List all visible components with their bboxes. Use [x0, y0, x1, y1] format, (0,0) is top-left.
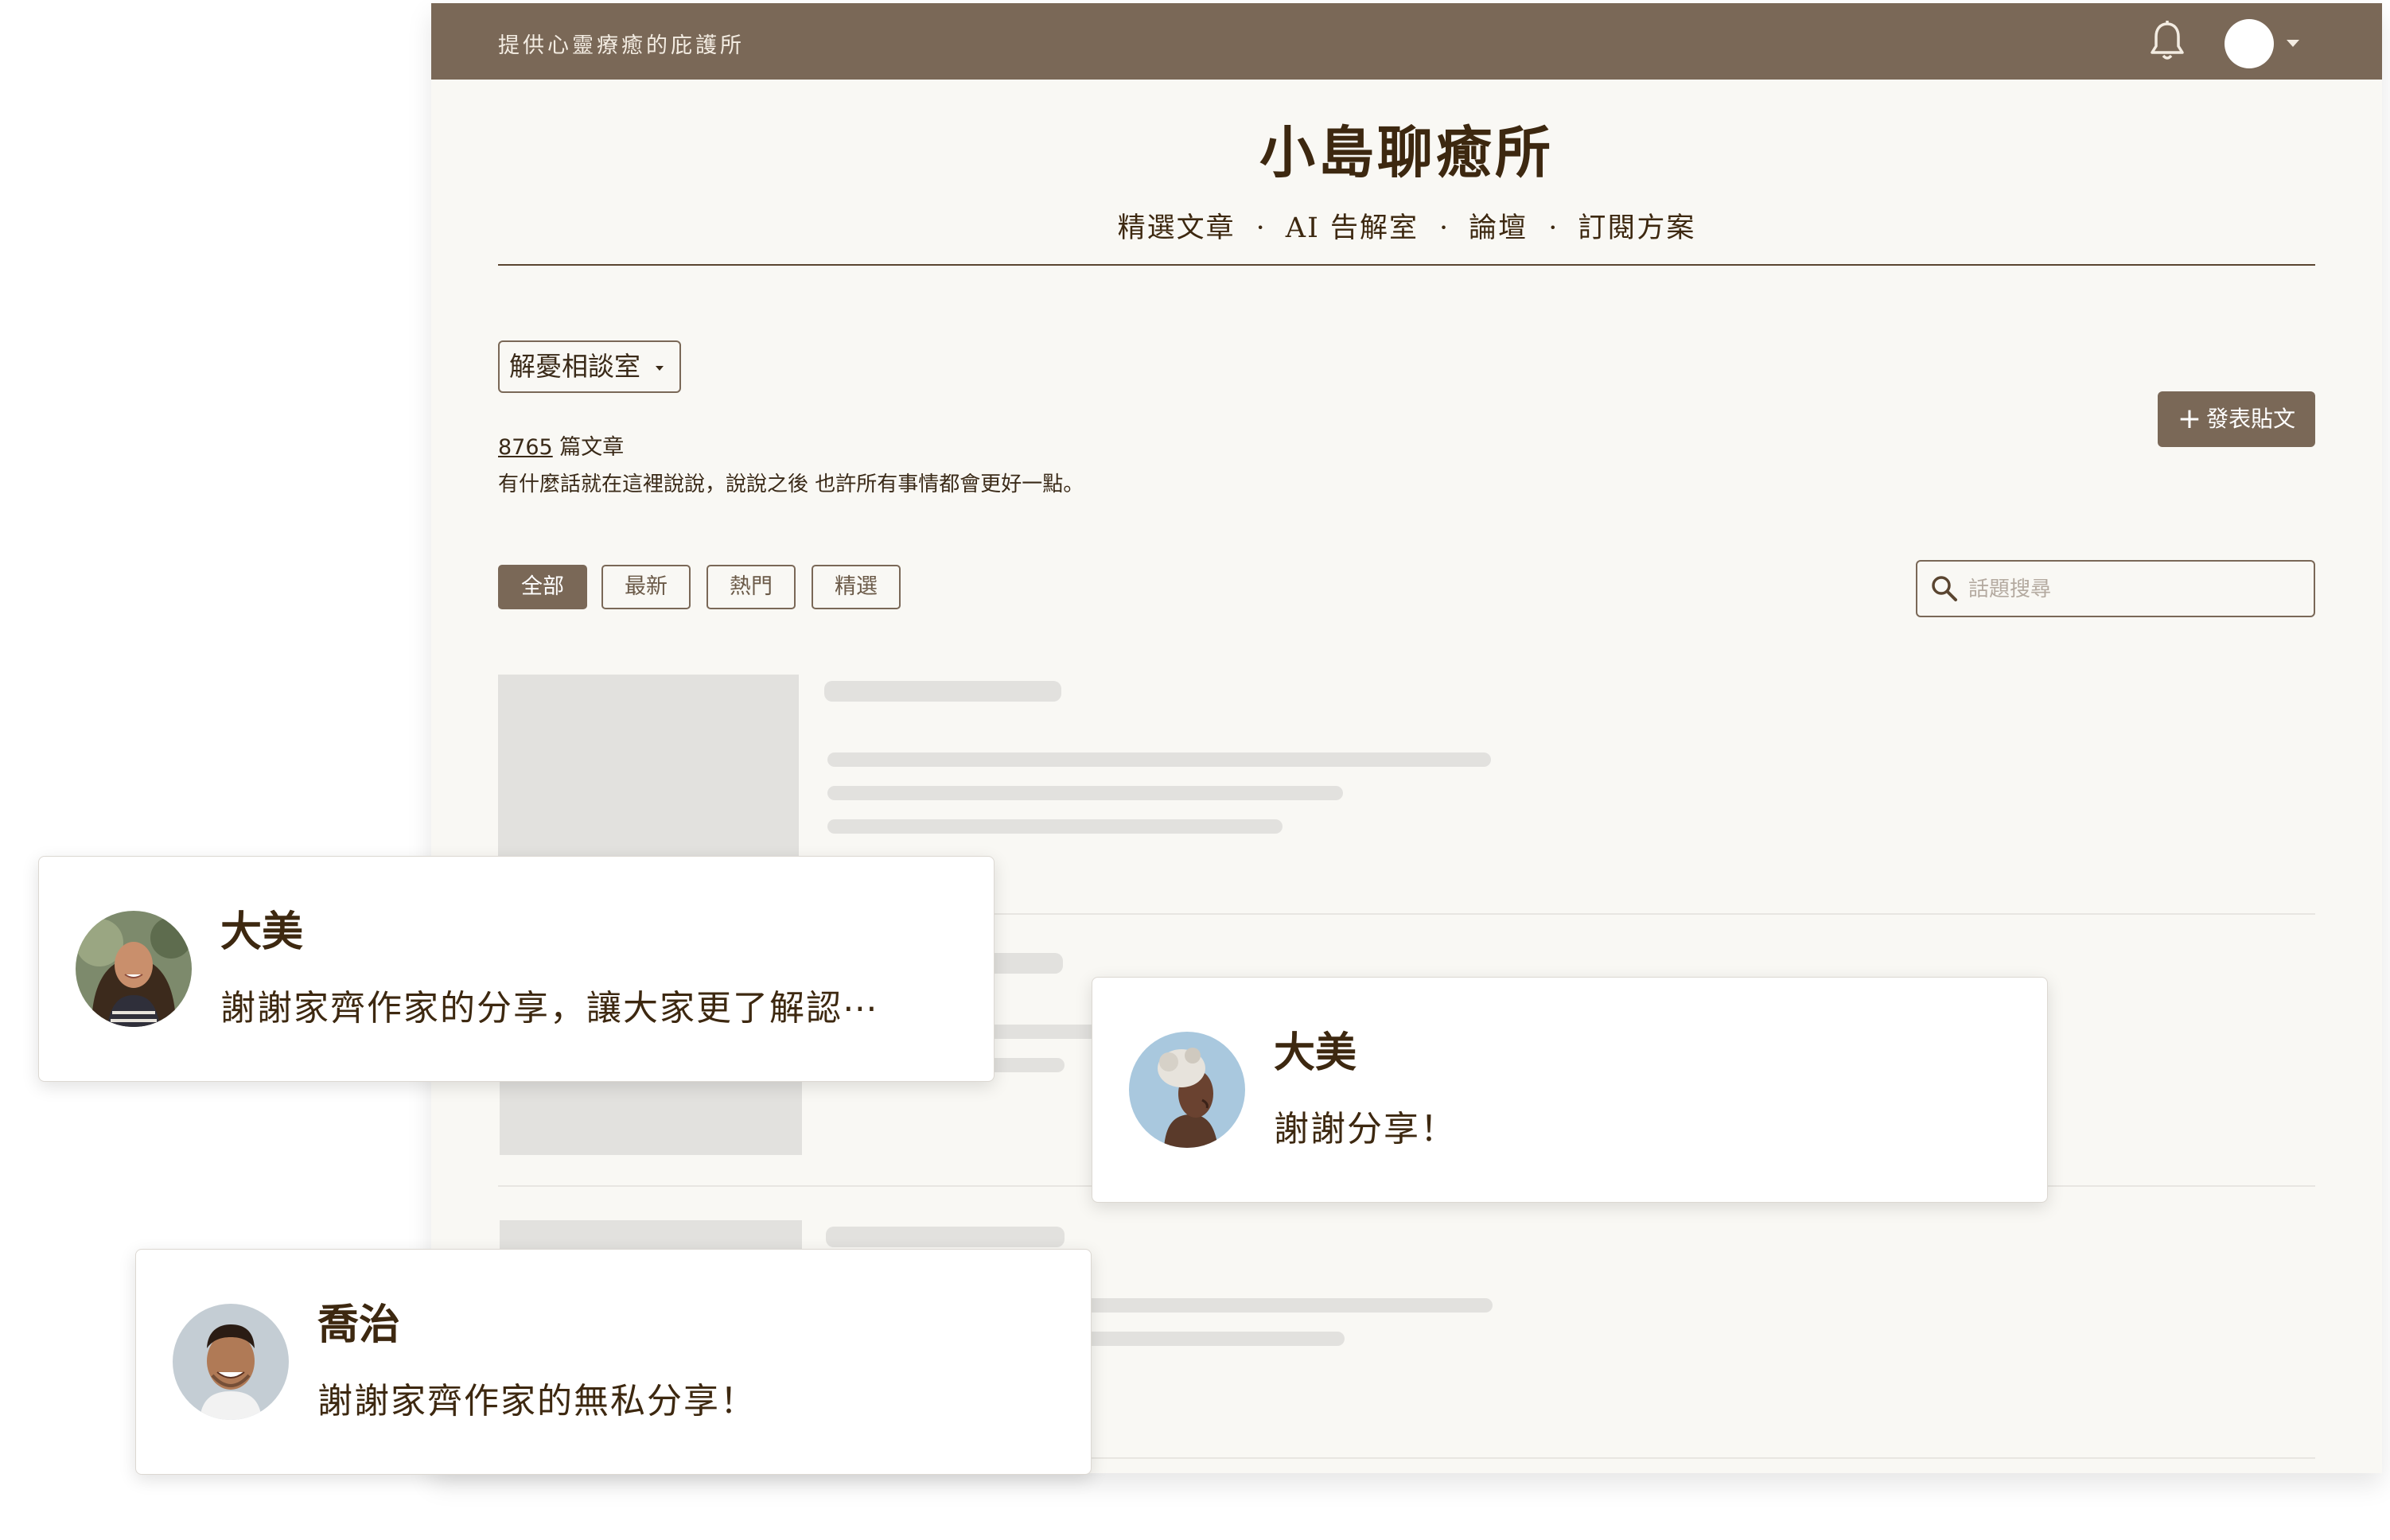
top-bar: 提供心靈療癒的庇護所: [431, 3, 2382, 80]
plus-icon: +: [2177, 402, 2202, 435]
nav-featured-articles[interactable]: 精選文章: [1118, 212, 1236, 244]
nav-separator: ·: [1439, 212, 1449, 244]
nav-divider: [498, 264, 2315, 266]
filter-latest[interactable]: 最新: [601, 565, 691, 609]
avatar: [173, 1304, 289, 1420]
post-line-placeholder: [827, 786, 1343, 800]
site-title: 小島聊癒所: [1259, 119, 1554, 185]
post-title-placeholder: [824, 681, 1061, 702]
filter-featured[interactable]: 精選: [812, 565, 901, 609]
nav-separator: ·: [1255, 212, 1265, 244]
filter-all[interactable]: 全部: [498, 565, 587, 609]
post-count-suffix: 篇文章: [552, 435, 625, 460]
woman-curly-hair-avatar: [76, 911, 192, 1027]
comment-card[interactable]: 喬治 謝謝家齊作家的無私分享！: [135, 1249, 1092, 1475]
nav-separator: ·: [1548, 212, 1558, 244]
post-title-placeholder: [826, 1227, 1065, 1247]
filter-popular[interactable]: 熱門: [706, 565, 796, 609]
man-smiling-avatar: [173, 1304, 289, 1420]
nav-ai-confession-room[interactable]: AI 告解室: [1286, 212, 1419, 244]
site-tagline: 提供心靈療癒的庇護所: [498, 33, 745, 58]
comment-text: 謝謝家齊作家的無私分享！: [317, 1381, 757, 1421]
post-line-placeholder: [827, 819, 1283, 834]
comment-author: 大美: [220, 908, 304, 956]
board-description: 有什麼話就在這裡說說，說說之後 也許所有事情都會更好一點。: [498, 472, 1084, 496]
chevron-down-icon: [656, 366, 664, 371]
post-thumbnail-placeholder: [498, 675, 799, 861]
avatar: [76, 911, 192, 1027]
search-input[interactable]: [1967, 568, 2304, 611]
comment-card[interactable]: 大美 謝謝家齊作家的分享，讓大家更了解認⋯: [38, 856, 995, 1082]
post-count-number[interactable]: 8765: [498, 435, 553, 460]
woman-gray-hair-avatar: [1129, 1032, 1245, 1148]
category-dropdown[interactable]: 解憂相談室: [498, 340, 681, 393]
new-post-label: 發表貼文: [2206, 406, 2296, 432]
caret-down-icon[interactable]: [2287, 40, 2299, 47]
new-post-button[interactable]: + 發表貼文: [2158, 391, 2315, 447]
category-dropdown-label: 解憂相談室: [509, 351, 640, 382]
post-count: 8765 篇文章: [498, 430, 624, 461]
comment-card[interactable]: 大美 謝謝分享！: [1092, 977, 2048, 1203]
post-line-placeholder: [827, 752, 1491, 767]
bell-icon[interactable]: [2147, 19, 2188, 64]
user-avatar[interactable]: [2225, 19, 2274, 68]
comment-text: 謝謝家齊作家的分享，讓大家更了解認⋯: [220, 988, 879, 1029]
search-icon: [1932, 576, 1957, 601]
comment-author: 大美: [1274, 1029, 1357, 1077]
nav-subscription-plans[interactable]: 訂閱方案: [1578, 212, 1695, 244]
comment-text: 謝謝分享！: [1274, 1109, 1457, 1149]
nav-forum[interactable]: 論壇: [1469, 212, 1528, 244]
topic-search[interactable]: [1916, 560, 2315, 617]
avatar: [1129, 1032, 1245, 1148]
comment-author: 喬治: [317, 1301, 401, 1349]
main-nav: 精選文章 · AI 告解室 · 論壇 · 訂閱方案: [431, 205, 2382, 246]
